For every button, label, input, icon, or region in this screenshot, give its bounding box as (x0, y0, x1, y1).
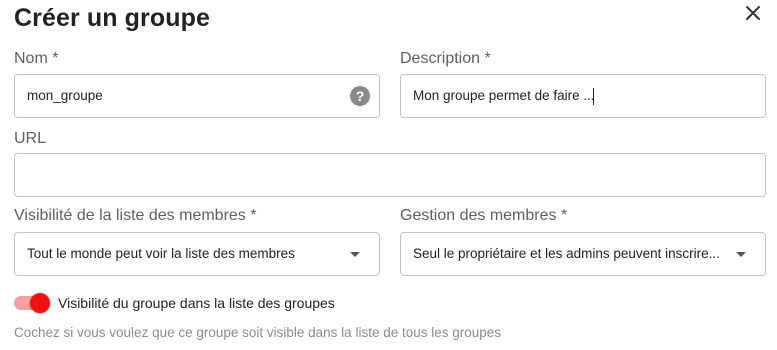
member-management-label: Gestion des membres * (400, 207, 568, 224)
url-field[interactable] (14, 153, 766, 197)
member-list-visibility-value: Tout le monde peut voir la liste des mem… (27, 246, 295, 261)
dialog-title: Créer un groupe (14, 4, 210, 32)
group-visibility-toggle[interactable] (14, 293, 50, 313)
name-label: Nom * (14, 50, 59, 67)
member-list-visibility-label: Visibilité de la liste des membres * (14, 207, 257, 224)
description-label: Description * (400, 50, 491, 67)
toggle-thumb (30, 293, 50, 313)
group-visibility-label: Visibilité du groupe dans la liste des g… (58, 295, 335, 311)
member-management-select[interactable]: Seul le propriétaire et les admins peuve… (400, 232, 766, 276)
url-label: URL (14, 130, 47, 147)
member-management-value: Seul le propriétaire et les admins peuve… (413, 246, 720, 261)
help-icon[interactable]: ? (350, 86, 370, 106)
member-list-visibility-select[interactable]: Tout le monde peut voir la liste des mem… (14, 232, 380, 276)
text-caret (593, 88, 594, 105)
close-icon[interactable] (742, 2, 764, 24)
group-visibility-hint: Cochez si vous voulez que ce groupe soit… (14, 325, 502, 340)
description-field[interactable]: Mon groupe permet de faire ... (400, 74, 766, 118)
dropdown-arrow-icon (736, 252, 746, 257)
description-value: Mon groupe permet de faire ... (413, 88, 595, 103)
dropdown-arrow-icon (350, 252, 360, 257)
name-value: mon_groupe (27, 88, 103, 103)
name-field[interactable]: mon_groupe ? (14, 74, 380, 118)
